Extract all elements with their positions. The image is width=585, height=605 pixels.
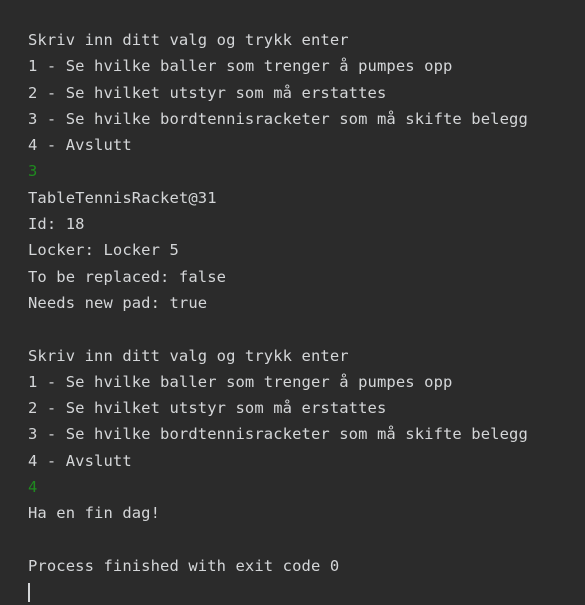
menu-option-4: 4 - Avslutt xyxy=(28,451,132,470)
menu-option-4: 4 - Avslutt xyxy=(28,136,132,155)
user-input-echo: 4 xyxy=(28,478,38,497)
menu-option-2: 2 - Se hvilket utstyr som må erstattes xyxy=(28,399,387,418)
run-console-output[interactable]: Skriv inn ditt valg og trykk enter 1 - S… xyxy=(0,0,585,605)
menu-option-3: 3 - Se hvilke bordtennisracketer som må … xyxy=(28,425,528,444)
menu-option-2: 2 - Se hvilket utstyr som må erstattes xyxy=(28,83,387,102)
farewell-message: Ha en fin dag! xyxy=(28,504,161,523)
menu-option-3: 3 - Se hvilke bordtennisracketer som må … xyxy=(28,109,528,128)
result-id: Id: 18 xyxy=(28,215,85,234)
process-exit-message: Process finished with exit code 0 xyxy=(28,556,340,575)
console-input-line[interactable] xyxy=(28,579,585,605)
result-object: TableTennisRacket@31 xyxy=(28,188,217,207)
result-locker: Locker: Locker 5 xyxy=(28,241,179,260)
text-cursor xyxy=(28,583,30,603)
menu-prompt: Skriv inn ditt valg og trykk enter xyxy=(28,31,349,49)
menu-option-1: 1 - Se hvilke baller som trenger å pumpe… xyxy=(28,57,453,76)
menu-option-1: 1 - Se hvilke baller som trenger å pumpe… xyxy=(28,372,453,391)
result-to-be-replaced: To be replaced: false xyxy=(28,267,227,286)
user-input-echo: 3 xyxy=(28,162,38,181)
menu-prompt: Skriv inn ditt valg og trykk enter xyxy=(28,346,349,365)
result-needs-new-pad: Needs new pad: true xyxy=(28,293,208,312)
